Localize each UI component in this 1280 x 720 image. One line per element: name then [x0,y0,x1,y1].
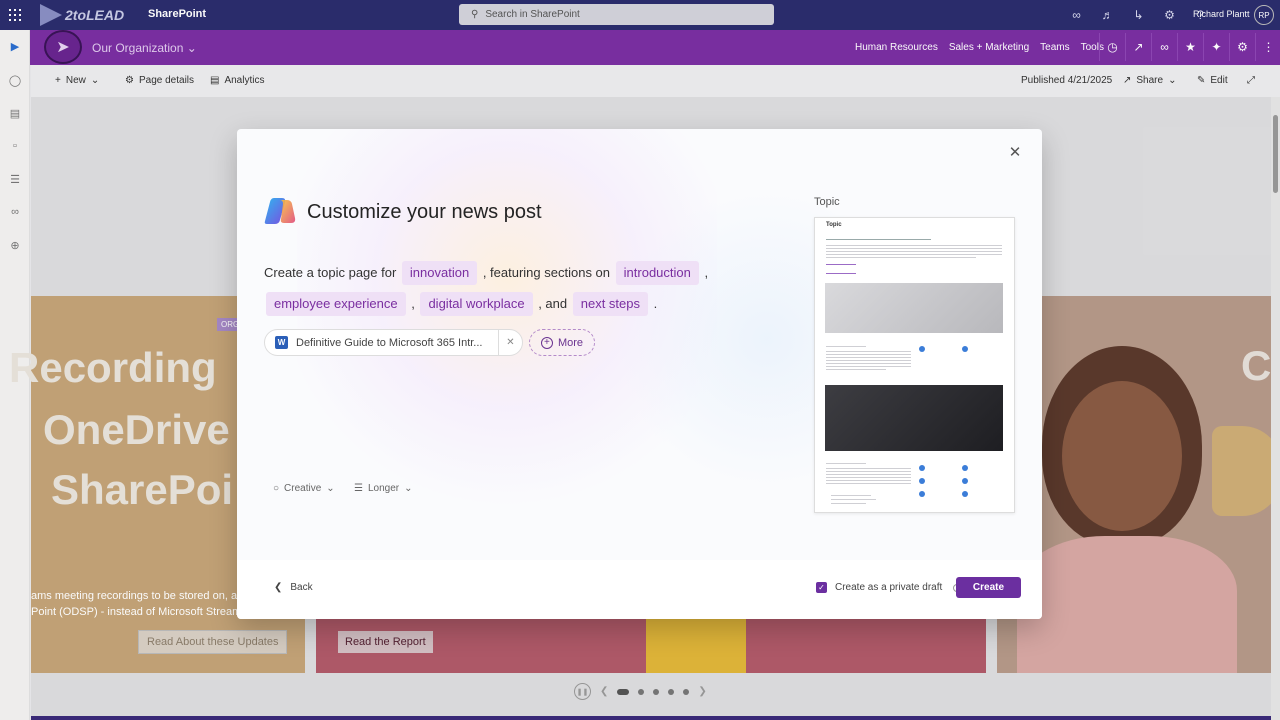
page-type-selector[interactable]: topic [318,265,345,280]
preview-title: Topic [826,222,842,228]
prompt-text-part: , [704,265,709,280]
section-chip[interactable]: digital workplace [420,292,533,316]
topic-chip[interactable]: innovation [401,261,478,285]
private-draft-option: ✓ Create as a private draft i [816,582,962,593]
preview-link [826,264,856,265]
preview-text-line [826,357,911,358]
preview-bullet [962,465,968,471]
private-draft-label: Create as a private draft [835,582,943,593]
remove-file-icon[interactable]: ✕ [498,330,522,355]
preview-text-line [826,468,911,469]
preview-text-line [831,503,866,504]
section-chip[interactable]: introduction [615,261,699,285]
preview-text-line [831,495,871,496]
prompt-text-part: , [411,296,415,311]
prompt-text-part: . [653,296,658,311]
preview-link [826,273,856,274]
section-chip[interactable]: employee experience [266,292,406,316]
chevron-down-icon: ⌄ [404,483,413,494]
more-button[interactable]: + More [529,329,595,356]
prompt-text: Create a topic page for innovation , fea… [264,257,754,319]
word-file-icon: W [275,336,288,349]
preview-text-line [826,463,866,464]
chevron-left-icon: ❮ [274,582,283,593]
prompt-text-part: , and [538,296,568,311]
preview-text-line [826,369,886,370]
preview-image [825,385,1003,451]
dialog-footer: ❮ Back ✓ Create as a private draft i Cre… [237,560,1042,619]
back-button[interactable]: ❮ Back [274,582,313,593]
preview-bullet [919,465,925,471]
preview-text-line [826,245,1002,246]
preview-text-line [826,477,911,478]
tone-dropdown[interactable]: ○ Creative ⌄ [273,483,335,494]
preview-bullet [962,478,968,484]
chevron-down-icon: ⌄ [326,483,335,494]
preview-text-line [826,480,911,481]
preview-text-line [826,251,1002,252]
preview-text-line [826,471,911,472]
preview-text-line [826,363,911,364]
preview-text-line [831,499,876,500]
reference-file-chip[interactable]: W Definitive Guide to Microsoft 365 Intr… [264,329,523,356]
preview-text-line [826,248,1002,249]
preview-text-line [826,351,911,352]
file-name: Definitive Guide to Microsoft 365 Intr..… [296,336,483,349]
preview-bullet [919,491,925,497]
preview-text-line [826,257,976,258]
preview-bullet [962,491,968,497]
preview-bullet [919,346,925,352]
preview-bullet [962,346,968,352]
preview-text-line [826,239,931,240]
private-draft-checkbox[interactable]: ✓ [816,582,827,593]
preview-text-line [826,254,1002,255]
lines-icon: ☰ [354,483,363,494]
page-preview[interactable]: Topic [814,217,1015,513]
length-dropdown[interactable]: ☰ Longer ⌄ [354,483,413,494]
close-icon[interactable]: ✕ [1007,145,1023,161]
preview-image [825,283,1003,333]
section-chip[interactable]: next steps [572,292,648,316]
preview-text-line [826,354,911,355]
speech-bubble-icon: ○ [273,483,280,494]
prompt-text-part: page for [348,265,397,280]
create-button[interactable]: Create [956,577,1021,598]
preview-text-line [826,346,866,347]
copilot-icon [264,198,296,224]
preview-bullet [919,478,925,484]
customize-news-dialog: ✕ Customize your news post Create a topi… [237,129,1042,619]
preview-text-line [826,483,911,484]
dialog-title: Customize your news post [307,201,542,223]
prompt-text-part: Create a [264,265,314,280]
plus-icon: + [540,336,553,349]
prompt-text-part: , featuring sections on [482,265,611,280]
preview-text-line [826,360,911,361]
preview-text-line [826,366,911,367]
preview-label: Topic [814,196,840,208]
preview-text-line [826,474,911,475]
